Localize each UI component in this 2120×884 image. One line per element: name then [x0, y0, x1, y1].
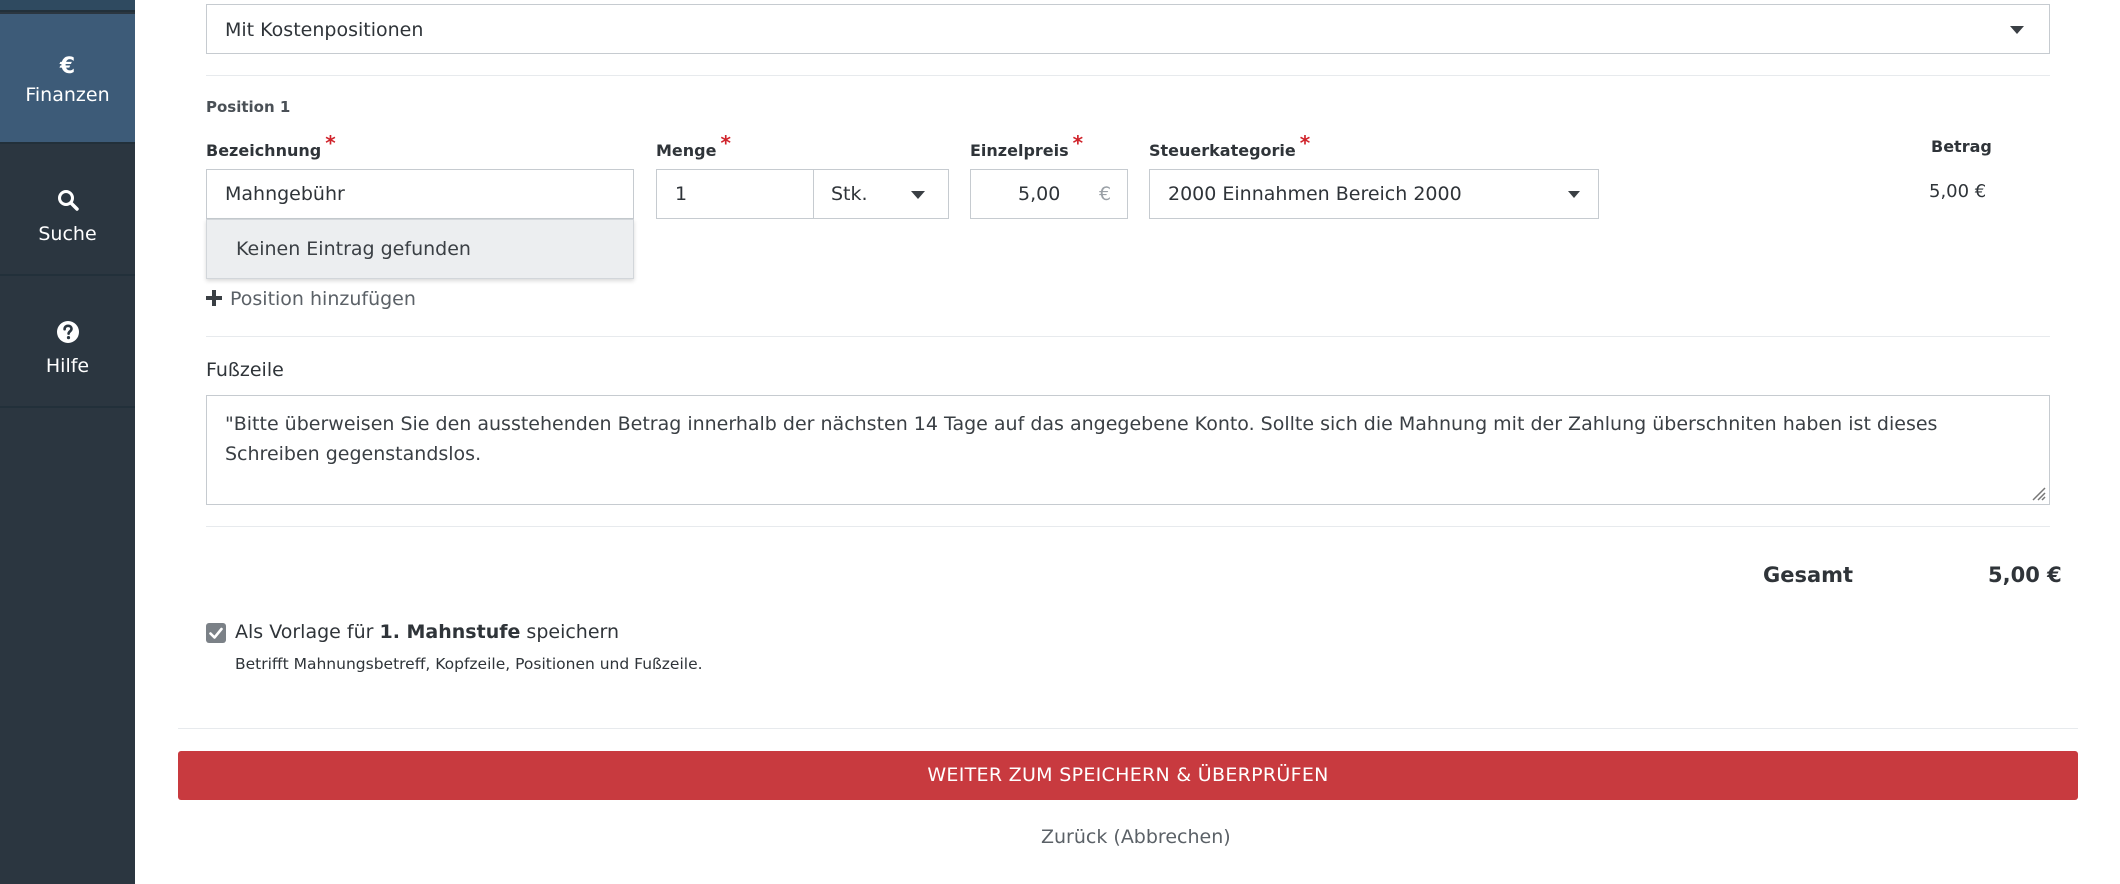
sidebar: € Finanzen Suche Hilfe — [0, 0, 135, 884]
chevron-down-icon — [2010, 26, 2024, 34]
euro-icon: € — [59, 54, 76, 79]
search-icon — [0, 188, 135, 217]
divider — [206, 75, 2050, 76]
einzelpreis-input[interactable]: 5,00 € — [970, 169, 1128, 219]
unit-select-value: Stk. — [831, 183, 868, 205]
positions-select-value: Mit Kostenpositionen — [225, 19, 424, 41]
sidebar-item-hilfe[interactable]: Hilfe — [0, 278, 135, 408]
label-text: Bezeichnung — [206, 141, 322, 160]
divider — [178, 728, 2078, 729]
unit-select[interactable]: Stk. — [813, 169, 949, 219]
template-label-stage: 1. Mahnstufe — [379, 621, 521, 643]
sidebar-top-item[interactable] — [0, 0, 135, 12]
label-text: Einzelpreis — [970, 141, 1069, 160]
help-circle-icon — [0, 320, 135, 349]
footer-label: Fußzeile — [206, 359, 284, 381]
label-steuerkategorie: Steuerkategorie * — [1149, 131, 1310, 161]
template-label-suffix: speichern — [520, 621, 620, 643]
add-position-button[interactable]: Position hinzufügen — [206, 288, 416, 310]
divider — [206, 336, 2050, 337]
required-marker: * — [325, 131, 336, 155]
total-label: Gesamt — [1763, 563, 1854, 587]
steuerkategorie-value: 2000 Einnahmen Bereich 2000 — [1168, 183, 1462, 205]
betrag-value: 5,00 € — [1929, 181, 1987, 202]
currency-addon: € — [1099, 183, 1112, 205]
steuerkategorie-select[interactable]: 2000 Einnahmen Bereich 2000 — [1149, 169, 1599, 219]
footer-text: "Bitte überweisen Sie den ausstehenden B… — [225, 413, 1938, 465]
position-title: Position 1 — [206, 98, 291, 116]
submit-button[interactable]: WEITER ZUM SPEICHERN & ÜBERPRÜFEN — [178, 751, 2078, 800]
sidebar-item-finanzen[interactable]: € Finanzen — [0, 14, 135, 144]
total-value: 5,00 € — [1988, 563, 2062, 587]
back-cancel-link[interactable]: Zurück (Abbrechen) — [1041, 826, 1231, 848]
template-hint: Betrifft Mahnungsbetreff, Kopfzeile, Pos… — [235, 655, 703, 673]
positions-select[interactable]: Mit Kostenpositionen — [206, 4, 2050, 54]
template-checkbox[interactable] — [206, 623, 226, 643]
bezeichnung-input[interactable]: Mahngebühr — [206, 169, 634, 219]
sidebar-item-label: Suche — [38, 223, 97, 245]
sidebar-item-label: Hilfe — [45, 355, 90, 377]
plus-icon — [206, 289, 222, 306]
required-marker: * — [1072, 131, 1084, 155]
required-marker: * — [720, 131, 731, 155]
sidebar-item-label: Finanzen — [25, 84, 110, 106]
menge-input[interactable]: 1 — [656, 169, 814, 219]
resize-handle-icon[interactable] — [2029, 484, 2047, 502]
label-menge: Menge * — [656, 131, 731, 161]
sidebar-item-suche[interactable]: Suche — [0, 146, 135, 276]
label-text: Steuerkategorie — [1149, 141, 1296, 160]
label-text: Menge — [656, 141, 717, 160]
divider — [206, 526, 2050, 527]
template-label-prefix: Als Vorlage für — [235, 621, 380, 643]
add-position-label: Position hinzufügen — [230, 288, 416, 310]
footer-textarea[interactable]: "Bitte überweisen Sie den ausstehenden B… — [206, 395, 2050, 505]
label-bezeichnung: Bezeichnung * — [206, 131, 336, 161]
label-betrag: Betrag — [1931, 137, 1992, 156]
label-einzelpreis: Einzelpreis * — [970, 131, 1083, 161]
chevron-down-icon — [911, 191, 925, 199]
chevron-down-icon — [1568, 191, 1580, 198]
autocomplete-empty-message: Keinen Eintrag gefunden — [206, 219, 634, 279]
template-checkbox-label[interactable]: Als Vorlage für 1. Mahnstufe speichern — [235, 621, 619, 643]
check-icon — [209, 627, 223, 639]
required-marker: * — [1299, 131, 1311, 155]
einzelpreis-value: 5,00 — [1018, 183, 1061, 205]
